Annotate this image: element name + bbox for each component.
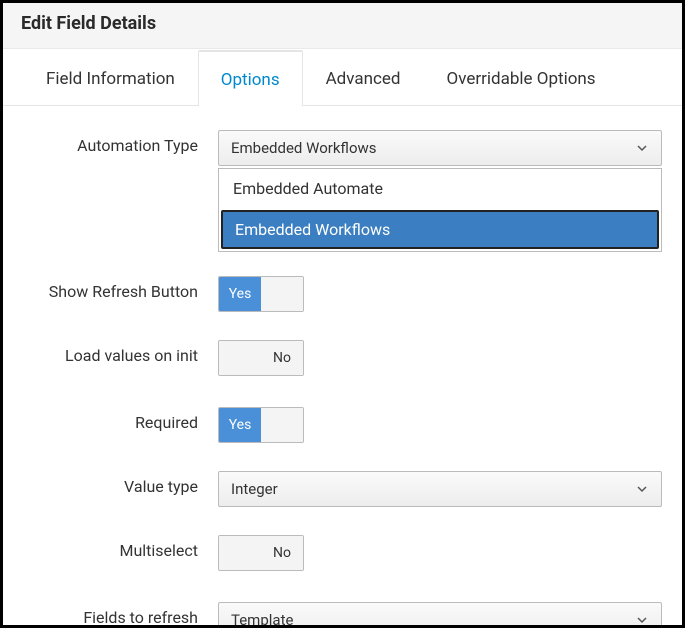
option-embedded-workflows[interactable]: Embedded Workflows [221, 210, 659, 249]
form-body: Automation Type Embedded Workflows Embed… [3, 106, 682, 628]
label-show-refresh-button: Show Refresh Button [23, 276, 218, 303]
row-value-type: Value type Integer [23, 471, 662, 507]
toggle-required-empty [261, 408, 303, 442]
select-automation-type-value: Embedded Workflows [231, 139, 377, 157]
select-fields-to-refresh[interactable]: Template [218, 602, 662, 628]
toggle-load-values-on-init[interactable]: No [218, 340, 304, 376]
label-value-type: Value type [23, 471, 218, 498]
toggle-show-refresh-button[interactable]: Yes [218, 276, 304, 312]
select-fields-to-refresh-value: Template [231, 611, 293, 628]
toggle-multiselect-no: No [261, 536, 303, 570]
row-automation-type: Automation Type Embedded Workflows Embed… [23, 130, 662, 166]
label-load-values-on-init: Load values on init [23, 340, 218, 367]
chevron-down-icon [637, 143, 647, 153]
dialog-title: Edit Field Details [21, 13, 664, 34]
row-required: Required Yes [23, 407, 662, 443]
row-load-values-on-init: Load values on init No [23, 340, 662, 379]
chevron-down-icon [637, 615, 647, 625]
tab-overridable-options[interactable]: Overridable Options [424, 50, 619, 106]
toggle-required-yes: Yes [219, 408, 261, 442]
toggle-multiselect[interactable]: No [218, 535, 304, 571]
select-value-type[interactable]: Integer [218, 471, 662, 507]
toggle-show-refresh-empty [261, 277, 303, 311]
tabs-bar: Field Information Options Advanced Overr… [3, 49, 682, 106]
dialog-header: Edit Field Details [3, 3, 682, 49]
toggle-load-values-no: No [261, 341, 303, 375]
select-value-type-value: Integer [231, 480, 278, 498]
tab-options[interactable]: Options [198, 50, 303, 106]
option-embedded-automate[interactable]: Embedded Automate [219, 169, 661, 208]
row-multiselect: Multiselect No [23, 535, 662, 574]
label-automation-type: Automation Type [23, 130, 218, 157]
row-show-refresh-button: Show Refresh Button Yes [23, 276, 662, 312]
label-required: Required [23, 407, 218, 434]
toggle-required[interactable]: Yes [218, 407, 304, 443]
chevron-down-icon [637, 484, 647, 494]
dropdown-automation-type: Embedded Automate Embedded Workflows [218, 168, 662, 252]
row-fields-to-refresh: Fields to refresh Template [23, 602, 662, 628]
toggle-multiselect-empty [219, 536, 261, 570]
tab-advanced[interactable]: Advanced [303, 50, 424, 106]
tab-field-information[interactable]: Field Information [23, 50, 198, 106]
label-multiselect: Multiselect [23, 535, 218, 562]
label-fields-to-refresh: Fields to refresh [23, 602, 218, 628]
toggle-show-refresh-yes: Yes [219, 277, 261, 311]
select-automation-type[interactable]: Embedded Workflows [218, 130, 662, 166]
toggle-load-values-empty [219, 341, 261, 375]
